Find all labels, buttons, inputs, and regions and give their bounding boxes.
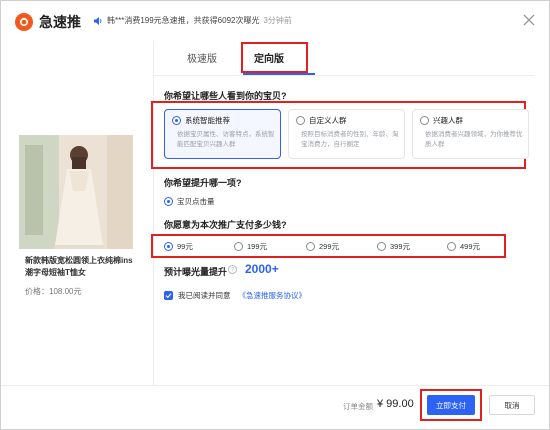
radio-299[interactable]: [306, 242, 315, 251]
activity-ticker: 韩***消费199元急速推，共获得6092次曝光 3分钟前: [93, 15, 292, 26]
budget-option-299[interactable]: 299元: [306, 241, 339, 252]
card-desc: 依据消费者兴趣领域，为你推荐优质人群: [425, 131, 523, 148]
card-title: 系统智能推荐: [185, 116, 230, 125]
ticker-time: 3分钟前: [263, 16, 292, 25]
agreement-row: 我已阅读并同意 《急速推服务协议》: [164, 290, 306, 301]
card-desc: 依据宝贝属性、访客特点，系统智能匹配宝贝兴趣人群: [177, 131, 275, 148]
card-title: 自定义人群: [309, 116, 347, 125]
audience-card-interest[interactable]: 兴趣人群 依据消费者兴趣领域，为你推荐优质人群: [412, 109, 529, 159]
budget-label: 199元: [247, 242, 268, 251]
active-tab-indicator: [243, 73, 315, 75]
product-image: [19, 135, 133, 249]
dialog-header: 急速推 韩***消费199元急速推，共获得6092次曝光 3分钟前: [1, 1, 549, 41]
app-title: 急速推: [39, 14, 81, 30]
agreement-link[interactable]: 《急速推服务协议》: [239, 290, 307, 301]
dialog: 急速推 韩***消费199元急速推，共获得6092次曝光 3分钟前 新款韩版宽松…: [0, 0, 550, 430]
radio-99[interactable]: [164, 242, 173, 251]
agreement-checkbox[interactable]: [164, 291, 173, 300]
boost-option-clicks[interactable]: 宝贝点击量: [164, 196, 215, 207]
radio-custom[interactable]: [296, 116, 305, 125]
boost-question: 你希望提升哪一项?: [164, 178, 242, 188]
radio-interest[interactable]: [420, 116, 429, 125]
product-price: 价格：108.00元: [25, 287, 82, 296]
radio-199[interactable]: [234, 242, 243, 251]
highlight-tab-box: [241, 42, 308, 73]
speaker-icon: [94, 16, 102, 25]
footer-divider: [1, 385, 549, 386]
help-icon[interactable]: ?: [228, 265, 237, 274]
ticker-text: 韩***消费199元急速推，共获得6092次曝光: [107, 16, 260, 25]
agreement-text: 我已阅读并同意: [178, 291, 231, 300]
radio-499[interactable]: [447, 242, 456, 251]
budget-label: 499元: [460, 242, 481, 251]
highlight-pay-box: [420, 389, 482, 421]
tabs-baseline: [154, 75, 534, 76]
panel-divider: [153, 41, 154, 386]
tab-fast-version[interactable]: 极速版: [187, 50, 217, 65]
card-title: 兴趣人群: [433, 116, 463, 125]
cancel-button[interactable]: 取消: [489, 395, 535, 415]
order-amount-label: 订单金额: [343, 402, 373, 411]
radio-clicks[interactable]: [164, 197, 173, 206]
app-logo-icon: [15, 13, 33, 31]
budget-question: 你愿意为本次推广支付多少钱?: [164, 220, 287, 230]
exposure-label: 预计曝光量提升: [164, 267, 228, 277]
product-title: 新款韩版宽松圆领上衣纯棉ins潮字母短袖T恤女: [25, 256, 133, 277]
budget-label: 399元: [390, 242, 411, 251]
budget-option-399[interactable]: 399元: [377, 241, 410, 252]
budget-option-499[interactable]: 499元: [447, 241, 480, 252]
audience-card-custom[interactable]: 自定义人群 按照目标消费者的性别、年龄、淘宝消费力，自行圈定: [288, 109, 405, 159]
radio-399[interactable]: [377, 242, 386, 251]
budget-option-99[interactable]: 99元: [164, 241, 193, 252]
exposure-value: 2000+: [245, 262, 279, 276]
audience-card-smart[interactable]: 系统智能推荐 依据宝贝属性、访客特点，系统智能匹配宝贝兴趣人群: [164, 109, 281, 159]
order-amount-value: ¥ 99.00: [377, 398, 414, 410]
budget-label: 99元: [177, 242, 193, 251]
card-desc: 按照目标消费者的性别、年龄、淘宝消费力，自行圈定: [301, 131, 399, 148]
budget-option-199[interactable]: 199元: [234, 241, 267, 252]
radio-smart[interactable]: [172, 116, 181, 125]
close-icon[interactable]: [523, 14, 535, 26]
check-icon: [165, 293, 172, 299]
boost-option-label: 宝贝点击量: [177, 197, 215, 206]
budget-label: 299元: [319, 242, 340, 251]
